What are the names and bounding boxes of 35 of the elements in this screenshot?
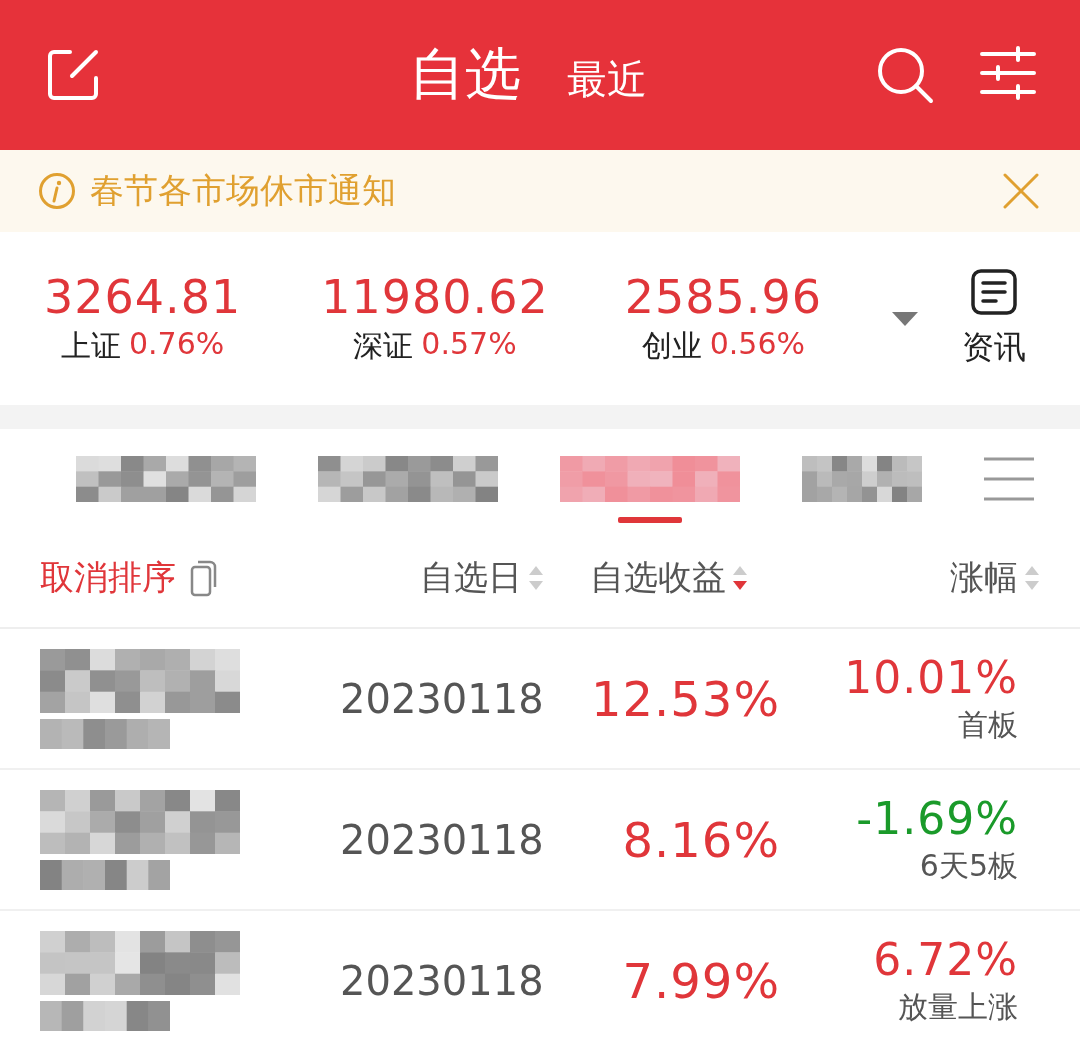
info-icon [38,172,76,210]
index-change: 0.57% [421,326,517,363]
index-change: 0.76% [128,326,225,363]
index-name: 创业 [641,327,702,365]
search-icon[interactable] [876,46,934,104]
column-header[interactable]: 自选日 [420,555,544,601]
index-value[interactable]: 3264.81 [44,270,242,324]
column-header[interactable]: 自选收益 [590,555,748,601]
table-cell: 10.01% [844,651,1018,703]
dropdown-icon[interactable] [891,311,918,326]
table-cell-text: 12.53% [589,670,780,727]
index-change: 0.56% [709,326,805,363]
page-title[interactable]: 自选 [409,37,521,113]
news-button[interactable]: 资讯 [962,267,1026,370]
menu-icon[interactable] [984,457,1034,501]
table-cell: -1.69% [856,792,1018,844]
edit-icon[interactable] [46,48,100,102]
cancel-sort-button[interactable]: 取消排序 [40,555,218,601]
table-cell-text: 20230118 [340,956,545,1006]
document-icon [970,267,1018,316]
index-value[interactable]: 11980.62 [321,270,549,324]
recent-tab[interactable]: 最近 [567,52,647,107]
stock-tag: 6天5板 [919,845,1018,887]
copy-icon [190,559,218,597]
table-cell-text: 20230118 [340,815,545,865]
column-header[interactable]: 涨幅 [950,555,1040,601]
index-value[interactable]: 2585.96 [624,270,822,324]
table-cell: 6.72% [873,933,1018,985]
stock-tag: 首板 [958,704,1018,746]
table-cell-text: 20230118 [340,674,545,724]
table-cell-text: 8.16% [621,811,780,868]
index-name: 深证 [353,327,414,365]
table-cell-text: 7.99% [621,952,780,1009]
index-name: 上证 [60,327,121,365]
stock-tag: 放量上涨 [898,986,1018,1028]
